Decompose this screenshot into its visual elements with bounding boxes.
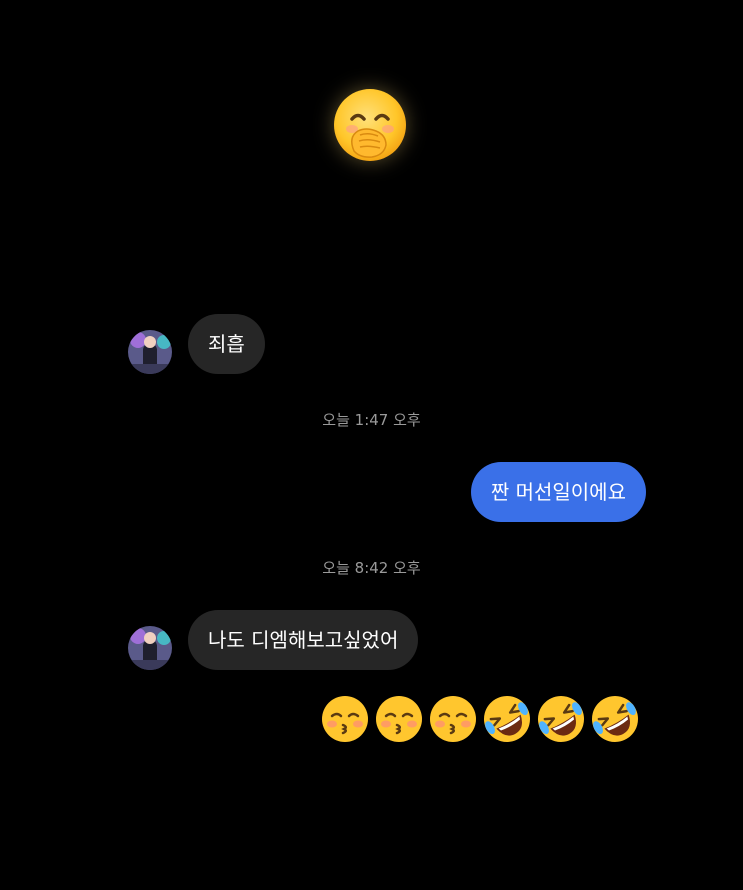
message-bubble-incoming[interactable]: 죄흡: [188, 314, 265, 374]
rofl-icon: [536, 694, 586, 744]
kissing-closed-eyes-icon: [374, 694, 424, 744]
sender-avatar[interactable]: [128, 626, 172, 670]
rofl-icon: [590, 694, 640, 744]
kissing-closed-eyes-icon: [428, 694, 478, 744]
message-bubble-outgoing[interactable]: 짠 머선일이에요: [470, 462, 646, 522]
emoji-message[interactable]: [320, 694, 640, 744]
hand-over-mouth-emoji-icon: [330, 85, 410, 165]
message-text: 죄흡: [208, 332, 245, 356]
timestamp: 오늘 8:42 오후: [322, 559, 421, 577]
message-bubble-incoming[interactable]: 나도 디엠해보고싶었어: [188, 610, 419, 670]
sender-avatar[interactable]: [128, 330, 172, 374]
timestamp: 오늘 1:47 오후: [322, 411, 421, 429]
message-text: 짠 머선일이에요: [490, 480, 626, 504]
message-text: 나도 디엠해보고싶었어: [208, 628, 399, 652]
kissing-closed-eyes-icon: [320, 694, 370, 744]
rofl-icon: [482, 694, 532, 744]
